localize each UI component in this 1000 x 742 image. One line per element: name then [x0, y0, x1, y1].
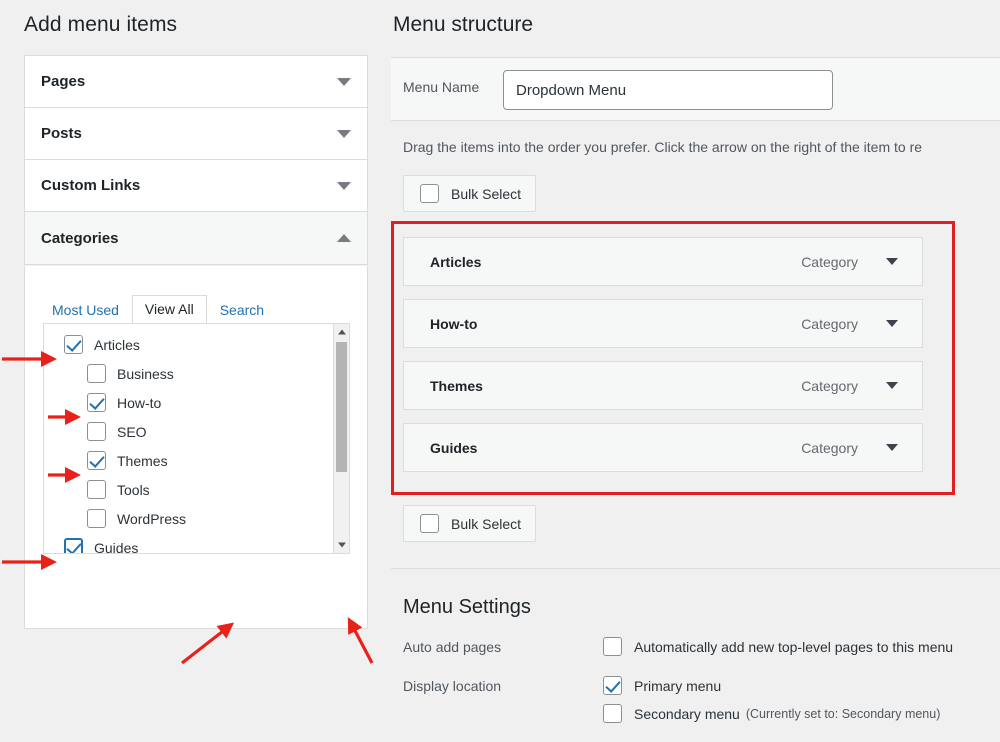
category-row-themes[interactable]: Themes [44, 446, 334, 475]
chevron-down-icon[interactable] [337, 181, 351, 190]
checkbox-secondary-menu[interactable] [603, 704, 622, 723]
secondary-menu-note: (Currently set to: Secondary menu) [745, 706, 941, 721]
menu-item-row[interactable]: Themes Category [403, 361, 923, 410]
chevron-down-icon[interactable] [886, 444, 898, 451]
display-location-secondary[interactable]: Secondary menu (Currently set to: Second… [603, 704, 940, 723]
category-row-business[interactable]: Business [44, 359, 334, 388]
category-label-guides: Guides [94, 539, 139, 554]
categories-list: Articles Business How-to SEO Themes Tool… [44, 330, 334, 554]
add-menu-items-title: Add menu items [24, 13, 178, 36]
accordion-item-pages[interactable]: Pages [25, 56, 367, 108]
accordion-label-posts: Posts [41, 125, 82, 142]
display-location-label: Display location [403, 678, 502, 694]
bulk-select-top[interactable]: Bulk Select [403, 175, 536, 212]
checkbox-bulk-select-bottom[interactable] [420, 514, 439, 533]
primary-menu-label: Primary menu [634, 677, 722, 694]
tab-most-used[interactable]: Most Used [39, 296, 132, 325]
category-row-articles[interactable]: Articles [44, 330, 334, 359]
chevron-down-icon[interactable] [886, 382, 898, 389]
checkbox-primary-menu[interactable] [603, 676, 622, 695]
menu-item-name: Guides [430, 439, 478, 456]
category-label-how-to: How-to [117, 394, 162, 411]
accordion-item-posts[interactable]: Posts [25, 108, 367, 160]
bulk-select-bottom-label: Bulk Select [451, 515, 522, 532]
menu-item-name: Articles [430, 253, 482, 270]
menu-item-type: Category [801, 377, 858, 394]
menu-name-input[interactable] [503, 70, 833, 110]
category-row-seo[interactable]: SEO [44, 417, 334, 446]
bulk-select-top-label: Bulk Select [451, 185, 522, 202]
accordion-label-custom-links: Custom Links [41, 177, 141, 194]
category-row-wordpress[interactable]: WordPress [44, 504, 334, 533]
menu-item-type: Category [801, 439, 858, 456]
category-row-how-to[interactable]: How-to [44, 388, 334, 417]
menu-item-row[interactable]: Guides Category [403, 423, 923, 472]
tab-view-all[interactable]: View All [131, 295, 207, 325]
category-label-business: Business [117, 365, 174, 382]
accordion-item-custom-links[interactable]: Custom Links [25, 160, 367, 212]
checkbox-guides[interactable] [64, 538, 83, 553]
menu-item-name: Themes [430, 377, 483, 394]
categories-panel-body: Most Used View All Search Articles Busin… [24, 266, 368, 629]
bulk-select-bottom[interactable]: Bulk Select [403, 505, 536, 542]
auto-add-pages-label: Auto add pages [403, 639, 502, 655]
checkbox-wordpress[interactable] [87, 509, 106, 528]
accordion-item-categories[interactable]: Categories [25, 212, 367, 264]
chevron-down-icon[interactable] [337, 77, 351, 86]
auto-add-pages-option-label: Automatically add new top-level pages to… [634, 638, 954, 655]
menu-name-label: Menu Name [403, 79, 480, 95]
menu-item-row[interactable]: Articles Category [403, 237, 923, 286]
category-row-tools[interactable]: Tools [44, 475, 334, 504]
menu-item-type: Category [801, 253, 858, 270]
category-label-seo: SEO [117, 423, 147, 440]
accordion-label-categories: Categories [41, 229, 119, 247]
scrollbar-thumb[interactable] [336, 342, 347, 472]
checkbox-tools[interactable] [87, 480, 106, 499]
chevron-down-icon[interactable] [337, 129, 351, 138]
categories-scrollbar[interactable] [333, 324, 349, 553]
tab-search[interactable]: Search [207, 296, 277, 325]
post-type-accordion: Pages Posts Custom Links Categories [24, 55, 368, 265]
chevron-down-icon[interactable] [886, 320, 898, 327]
checkbox-articles[interactable] [64, 335, 83, 354]
categories-tabs: Most Used View All Search [39, 294, 277, 325]
category-label-themes: Themes [117, 452, 168, 469]
secondary-menu-label: Secondary menu [634, 705, 740, 722]
menu-structure-title: Menu structure [393, 13, 534, 36]
category-row-guides[interactable]: Guides [44, 533, 334, 554]
settings-divider [391, 568, 1000, 569]
checkbox-bulk-select-top[interactable] [420, 184, 439, 203]
scroll-down-button[interactable] [334, 537, 349, 553]
menu-item-row[interactable]: How-to Category [403, 299, 923, 348]
drag-instructions: Drag the items into the order you prefer… [403, 139, 923, 155]
checkbox-seo[interactable] [87, 422, 106, 441]
triangle-down-icon [337, 542, 346, 548]
display-location-primary[interactable]: Primary menu [603, 676, 721, 695]
category-label-wordpress: WordPress [117, 510, 186, 527]
menu-settings-title: Menu Settings [403, 596, 531, 618]
wordpress-menus-screen: Add menu items Pages Posts Custom Links … [0, 0, 1000, 742]
checkbox-auto-add-pages[interactable] [603, 637, 622, 656]
triangle-up-icon [337, 329, 346, 335]
menu-items-list: Articles Category How-to Category Themes… [403, 237, 923, 485]
auto-add-pages-option[interactable]: Automatically add new top-level pages to… [603, 637, 953, 656]
checkbox-themes[interactable] [87, 451, 106, 470]
chevron-up-icon[interactable] [337, 234, 351, 242]
menu-name-row: Menu Name [391, 57, 1000, 121]
category-label-articles: Articles [94, 336, 140, 353]
accordion-label-pages: Pages [41, 73, 86, 90]
checkbox-how-to[interactable] [87, 393, 106, 412]
scroll-up-button[interactable] [334, 324, 349, 340]
checkbox-business[interactable] [87, 364, 106, 383]
categories-list-container: Articles Business How-to SEO Themes Tool… [43, 323, 350, 554]
chevron-down-icon[interactable] [886, 258, 898, 265]
menu-structure-panel: Menu structure Menu Name Drag the items … [391, 0, 1000, 742]
menu-item-name: How-to [430, 315, 478, 332]
menu-item-type: Category [801, 315, 858, 332]
category-label-tools: Tools [117, 481, 150, 498]
add-menu-items-panel: Add menu items Pages Posts Custom Links … [0, 0, 390, 742]
